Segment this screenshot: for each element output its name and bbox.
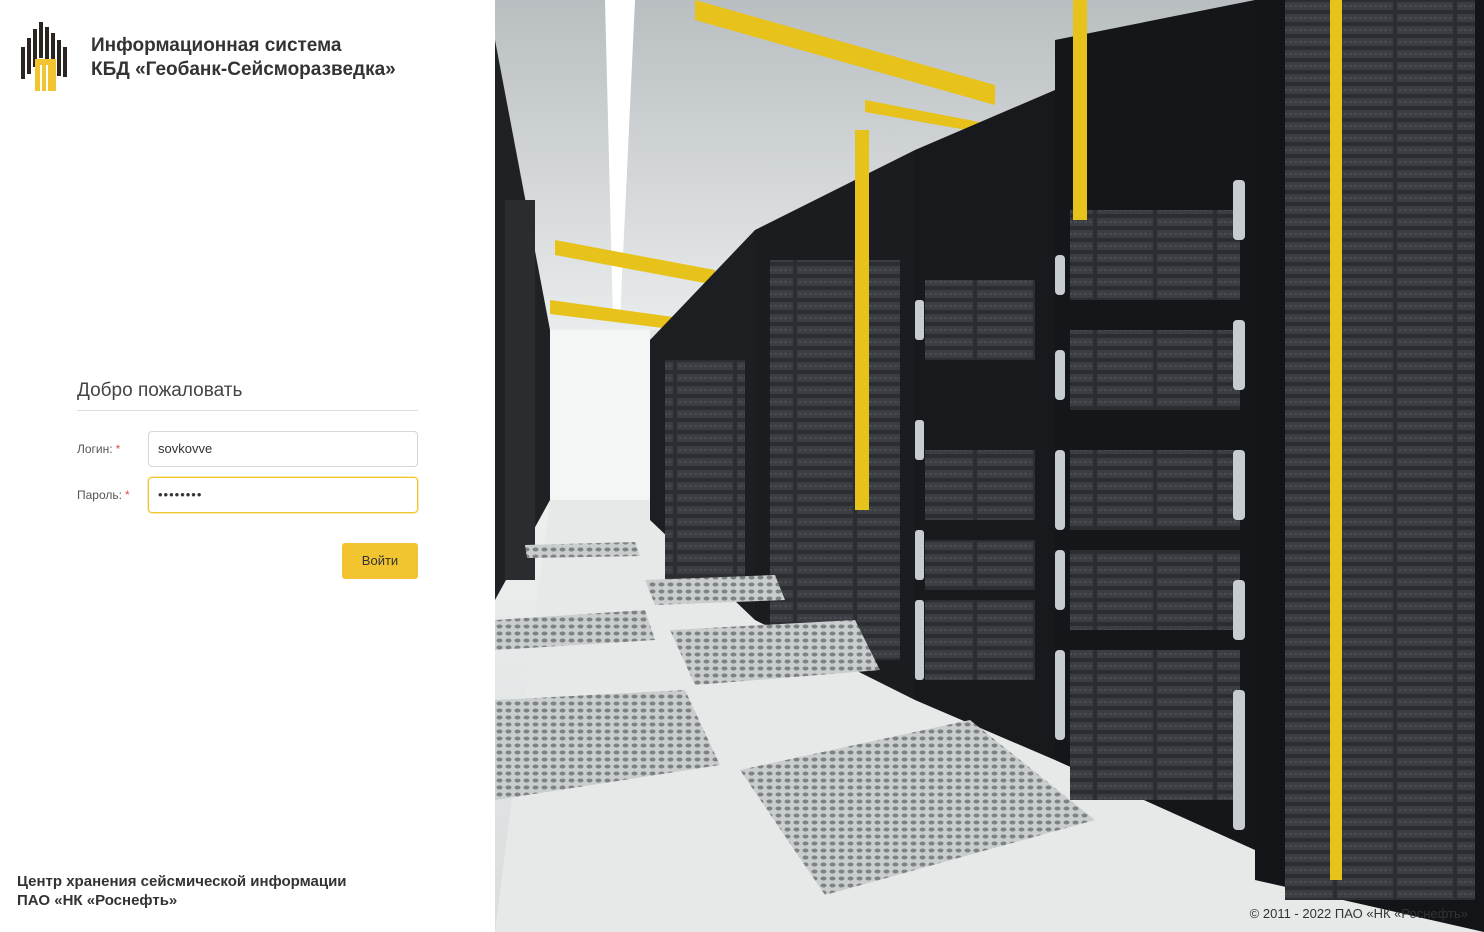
welcome-heading: Добро пожаловать [77,380,418,411]
copyright-text: © 2011 - 2022 ПАО «НК «Роснефть» [1249,906,1468,921]
app-title-line1: Информационная система [91,35,342,56]
required-mark: * [115,442,121,456]
server-room-image [495,0,1484,932]
password-label: Пароль: * [77,488,130,502]
login-button[interactable]: Войти [342,543,418,579]
required-mark: * [124,488,130,502]
app-title: Информационная система КБД «Геобанк-Сейс… [91,34,396,82]
password-row: Пароль: * •••••••• [77,477,418,513]
login-page: Информационная система КБД «Геобанк-Сейс… [0,0,1484,932]
login-row: Логин: * sovkovve [77,431,418,467]
left-panel: Информационная система КБД «Геобанк-Сейс… [0,0,495,932]
footer-org-line2: ПАО «НК «Роснефть» [17,892,178,909]
login-form: Добро пожаловать Логин: * sovkovve Пароль… [77,380,418,579]
login-input[interactable]: sovkovve [148,431,418,467]
login-label: Логин: * [77,442,121,456]
footer-organization: Центр хранения сейсмической информации П… [17,872,347,910]
server-room-photo: © 2011 - 2022 ПАО «НК «Роснефть» [495,0,1484,932]
password-input[interactable]: •••••••• [148,477,418,513]
rosneft-logo-icon [21,22,67,91]
footer-org-line1: Центр хранения сейсмической информации [17,873,347,890]
app-title-line2: КБД «Геобанк-Сейсморазведка» [91,59,396,80]
